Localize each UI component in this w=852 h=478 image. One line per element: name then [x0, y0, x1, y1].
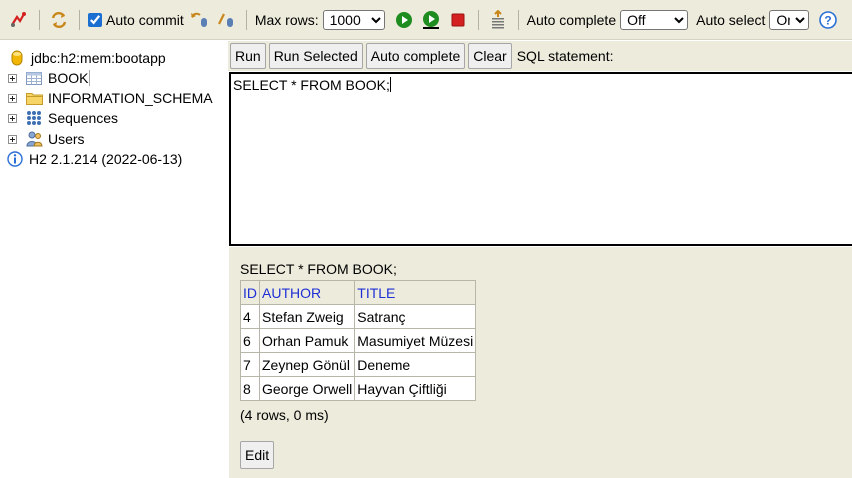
auto-select-label: Auto select	[696, 11, 766, 28]
sql-statement-label: SQL statement:	[516, 48, 614, 64]
commit-icon[interactable]	[215, 9, 237, 31]
table-header-row: ID AUTHOR TITLE	[240, 280, 477, 305]
toolbar-separator	[477, 9, 479, 30]
run-button[interactable]: Run	[230, 43, 266, 69]
tree-item-information-schema[interactable]: INFORMATION_SCHEMA	[0, 88, 213, 108]
table-row: 7 Zeynep Gönül Deneme	[240, 352, 477, 377]
toolbar-separator	[245, 9, 247, 30]
column-header-id[interactable]: ID	[240, 280, 260, 305]
toolbar-separator	[39, 9, 40, 30]
run-icon[interactable]	[393, 9, 415, 31]
expand-icon[interactable]	[8, 113, 17, 123]
text-caret	[389, 77, 391, 92]
cell-title: Satranç	[354, 304, 477, 329]
tree-item-users[interactable]: Users	[0, 129, 85, 149]
schema-tree: jdbc:h2:mem:bootapp BOOK INFORMATION_SCH…	[0, 41, 228, 478]
history-icon[interactable]	[487, 9, 509, 31]
query-bar: Run Run Selected Auto complete Clear SQL…	[228, 41, 852, 71]
version-text: H2 2.1.214 (2022-06-13)	[29, 151, 183, 167]
disconnect-icon[interactable]	[8, 9, 30, 31]
table-row: 6 Orhan Pamuk Masumiyet Müzesi	[240, 328, 477, 353]
cell-author: George Orwell	[258, 376, 356, 401]
result-panel: SELECT * FROM BOOK; ID AUTHOR TITLE 4 St…	[229, 247, 852, 478]
edit-button[interactable]: Edit	[240, 441, 275, 469]
row-count-summary: (4 rows, 0 ms)	[240, 407, 329, 423]
run-selected-button[interactable]: Run Selected	[268, 43, 363, 69]
tree-version: H2 2.1.214 (2022-06-13)	[0, 149, 182, 169]
column-header-author[interactable]: AUTHOR	[258, 280, 356, 305]
tree-item-label: Sequences	[48, 110, 119, 126]
sql-text: SELECT * FROM BOOK;	[233, 77, 390, 93]
toolbar: Auto commit Max rows: 1000 Auto complete…	[0, 0, 852, 40]
toolbar-separator	[517, 9, 519, 30]
result-statement: SELECT * FROM BOOK;	[240, 261, 397, 277]
cell-id: 8	[240, 376, 260, 401]
auto-complete-select[interactable]: Off	[620, 9, 689, 30]
tree-connection[interactable]: jdbc:h2:mem:bootapp	[0, 48, 166, 68]
max-rows-label: Max rows:	[254, 11, 319, 28]
auto-commit-checkbox[interactable]	[88, 12, 102, 27]
sql-editor[interactable]: SELECT * FROM BOOK;	[229, 72, 852, 246]
rollback-icon[interactable]	[188, 9, 210, 31]
auto-commit-label: Auto commit	[106, 11, 184, 28]
help-icon[interactable]: ?	[817, 9, 839, 31]
database-icon	[8, 50, 26, 66]
result-table: ID AUTHOR TITLE 4 Stefan Zweig Satranç 6…	[240, 280, 477, 401]
expand-icon[interactable]	[8, 93, 17, 103]
auto-complete-button[interactable]: Auto complete	[365, 43, 466, 69]
cell-author: Orhan Pamuk	[258, 328, 356, 353]
table-row: 8 George Orwell Hayvan Çiftliği	[240, 376, 477, 401]
stop-icon[interactable]	[447, 9, 469, 31]
cell-id: 4	[240, 304, 260, 329]
expand-icon[interactable]	[8, 73, 17, 83]
svg-text:?: ?	[825, 13, 832, 27]
toolbar-separator	[79, 9, 80, 30]
tree-item-sequences[interactable]: Sequences	[0, 108, 118, 128]
tree-item-label: INFORMATION_SCHEMA	[48, 90, 213, 106]
cell-title: Masumiyet Müzesi	[354, 328, 477, 353]
cell-id: 6	[240, 328, 260, 353]
folder-icon	[25, 90, 43, 106]
table-icon	[25, 70, 43, 86]
info-icon	[6, 151, 24, 167]
cell-id: 7	[240, 352, 260, 377]
sequences-icon	[25, 110, 43, 126]
tree-item-label: Users	[48, 131, 85, 147]
tree-item-label: BOOK	[48, 70, 91, 86]
cell-author: Stefan Zweig	[258, 304, 356, 329]
run-selected-icon[interactable]	[420, 9, 442, 31]
cell-title: Deneme	[354, 352, 477, 377]
table-row: 4 Stefan Zweig Satranç	[240, 304, 477, 329]
tree-item-book[interactable]: BOOK	[0, 68, 91, 88]
expand-icon[interactable]	[8, 134, 17, 144]
connection-url: jdbc:h2:mem:bootapp	[31, 50, 166, 66]
refresh-icon[interactable]	[48, 9, 70, 31]
auto-select-select[interactable]: On	[769, 9, 810, 30]
users-icon	[25, 131, 43, 147]
auto-complete-label: Auto complete	[526, 11, 617, 28]
max-rows-select[interactable]: 1000	[322, 9, 385, 30]
column-header-title[interactable]: TITLE	[354, 280, 477, 305]
cell-author: Zeynep Gönül	[258, 352, 356, 377]
clear-button[interactable]: Clear	[468, 43, 512, 69]
cell-title: Hayvan Çiftliği	[354, 376, 477, 401]
